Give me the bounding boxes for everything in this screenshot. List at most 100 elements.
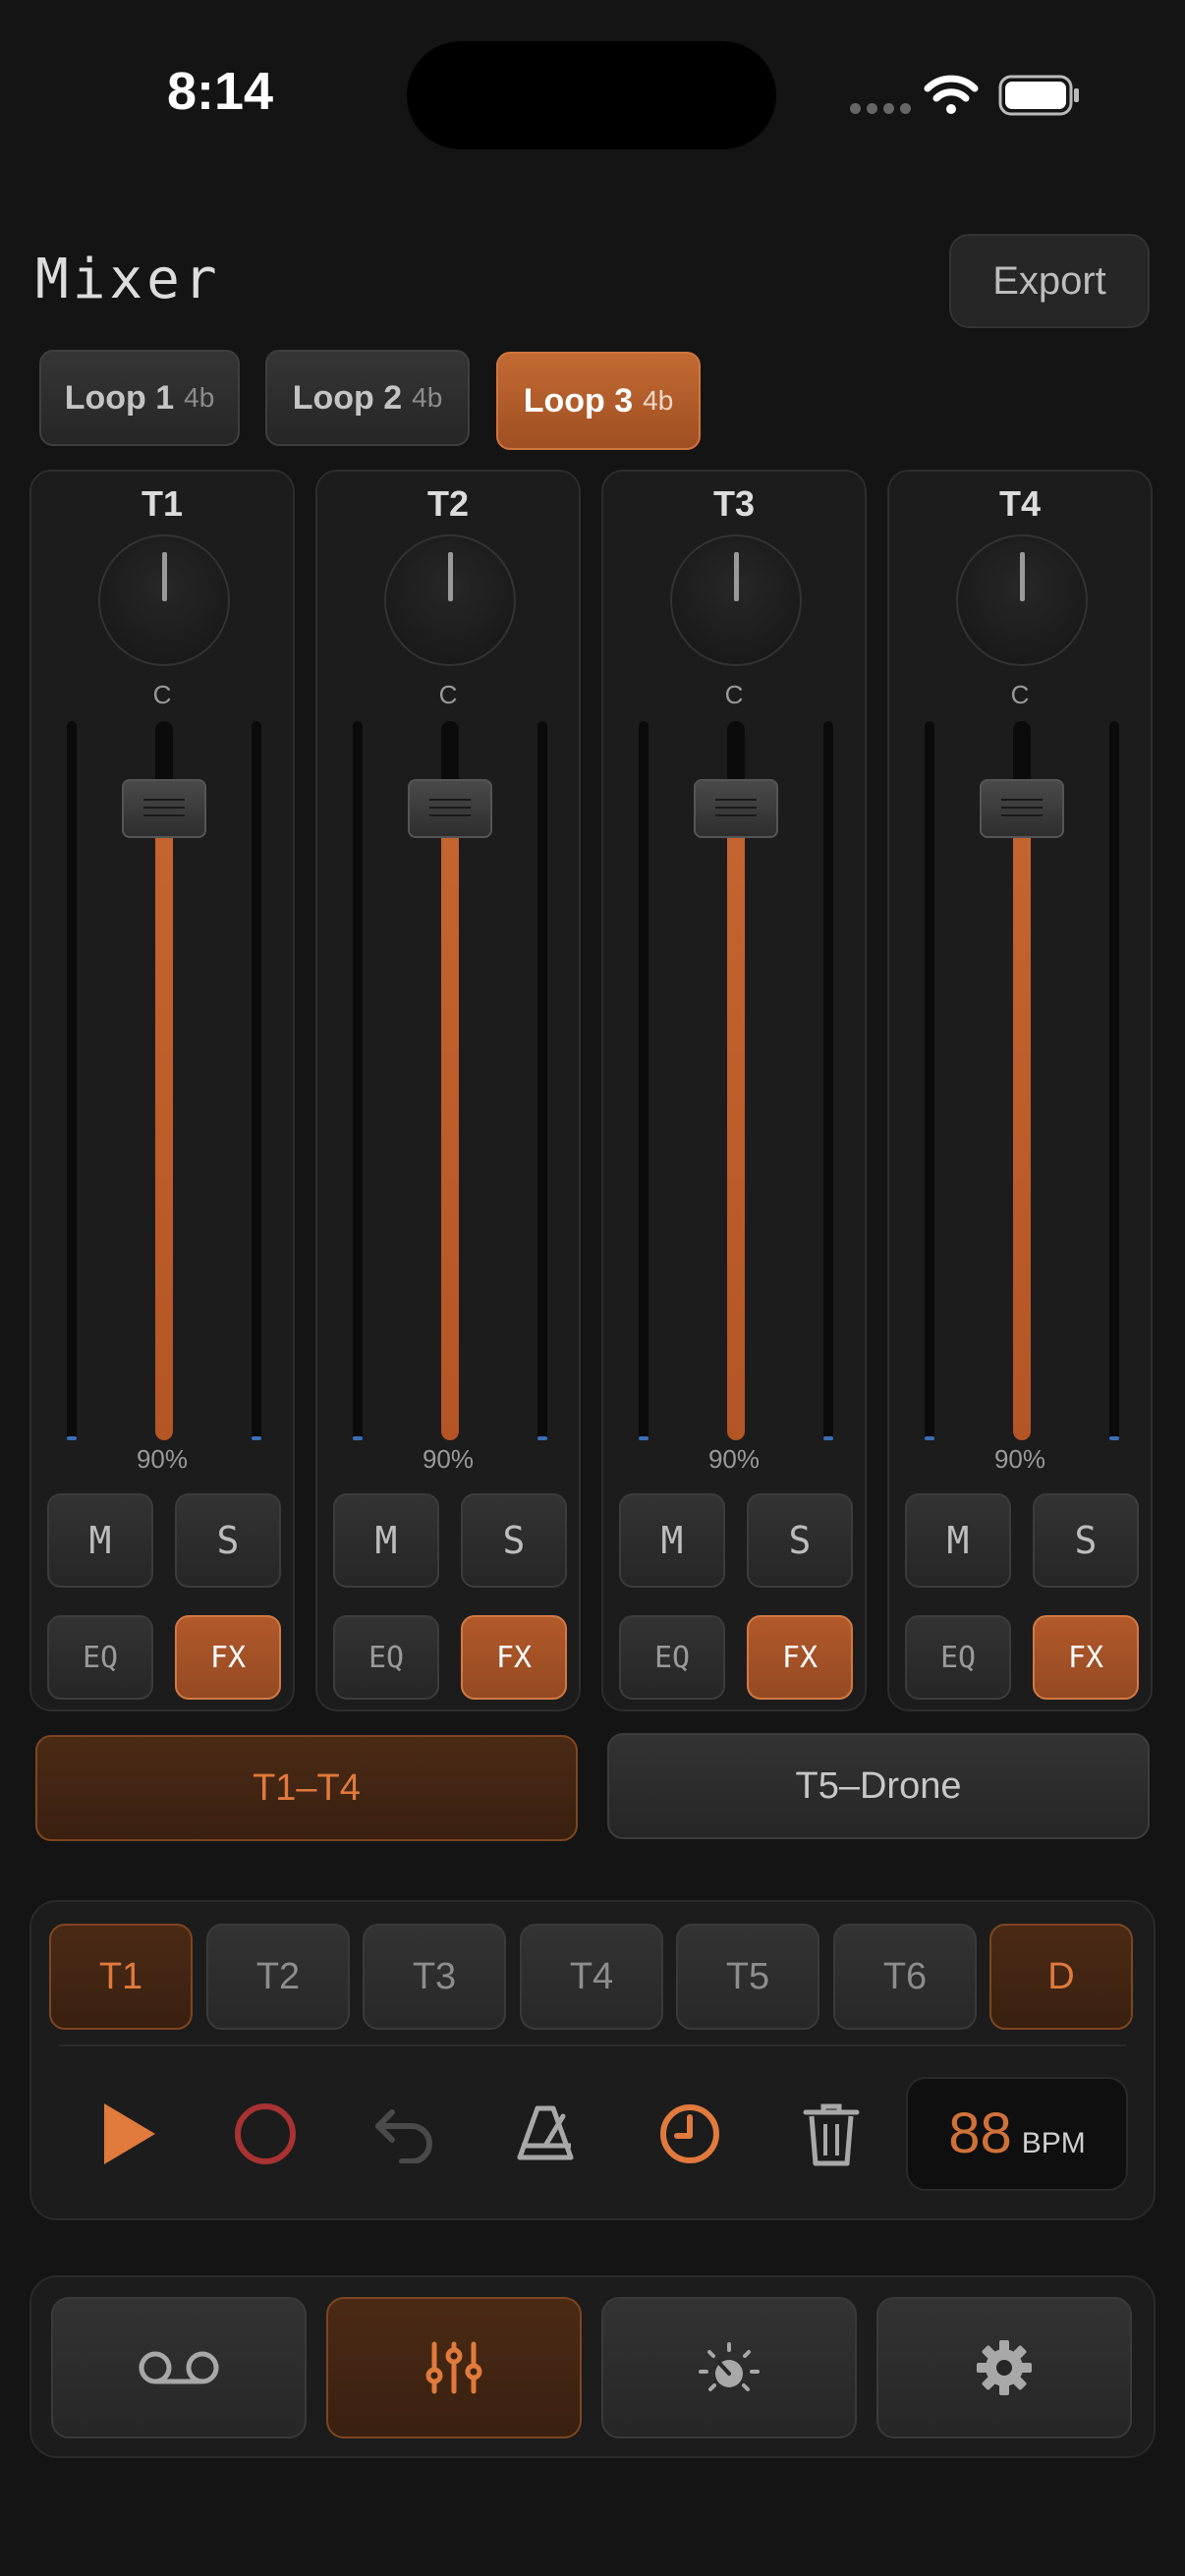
volume-fader-handle[interactable] [408, 779, 492, 839]
cellular-signal-icon [850, 103, 911, 114]
track-select-t4[interactable]: T4 [520, 1924, 663, 2030]
bpm-display[interactable]: 88 BPM [906, 2077, 1128, 2191]
level-meter-right [252, 721, 261, 1440]
metronome-button[interactable] [499, 2087, 593, 2181]
group-t1-t4-button[interactable]: T1–T4 [35, 1735, 578, 1841]
track-select-t6[interactable]: T6 [833, 1924, 977, 2030]
volume-fader-fill [727, 793, 745, 1440]
pan-value: C [438, 680, 458, 709]
undo-icon [375, 2109, 432, 2163]
divider [59, 2044, 1126, 2046]
level-meter-left [639, 721, 649, 1440]
tuner-gauge-icon [699, 2342, 760, 2391]
wifi-icon [924, 75, 979, 114]
pan-knob[interactable] [384, 534, 516, 666]
trash-icon [803, 2103, 860, 2166]
loop-tab-beats: 4b [412, 382, 443, 413]
tape-icon [139, 2351, 219, 2384]
channel-strip-t3: T3 C 90% M S EQ FX [601, 470, 867, 1711]
volume-fader-fill [155, 793, 173, 1440]
nav-recorder-tab[interactable] [51, 2297, 307, 2438]
channel-name: T4 [998, 483, 1041, 524]
volume-fader-fill [1013, 793, 1031, 1440]
track-select-t1[interactable]: T1 [49, 1924, 193, 2030]
play-button[interactable] [81, 2087, 175, 2181]
pan-value: C [152, 680, 172, 709]
volume-fader-fill [441, 793, 459, 1440]
track-select-t2[interactable]: T2 [206, 1924, 350, 2030]
pan-knob[interactable] [670, 534, 802, 666]
status-time: 8:14 [167, 62, 274, 121]
mute-button[interactable]: M [905, 1493, 1011, 1588]
volume-fader-handle[interactable] [980, 779, 1064, 839]
play-icon [104, 2103, 155, 2164]
export-button[interactable]: Export [949, 234, 1150, 328]
solo-button[interactable]: S [461, 1493, 567, 1588]
gear-icon [977, 2340, 1032, 2395]
channel-strip-t4: T4 C 90% M S EQ FX [887, 470, 1153, 1711]
delete-button[interactable] [784, 2087, 878, 2181]
battery-icon [998, 75, 1079, 116]
nav-mixer-tab[interactable] [326, 2297, 582, 2438]
pan-value: C [724, 680, 744, 709]
clock-icon [660, 2104, 719, 2163]
metronome-icon [517, 2105, 574, 2160]
eq-button[interactable]: EQ [905, 1615, 1011, 1700]
fx-button[interactable]: FX [175, 1615, 281, 1700]
bpm-value: 88 [948, 2101, 1012, 2165]
solo-button[interactable]: S [747, 1493, 853, 1588]
record-icon [235, 2103, 296, 2164]
loop-tab-beats: 4b [184, 382, 215, 413]
level-meter-left [925, 721, 934, 1440]
level-meter-left [353, 721, 363, 1440]
channel-name: T1 [141, 483, 183, 524]
eq-button[interactable]: EQ [619, 1615, 725, 1700]
track-select-t5[interactable]: T5 [676, 1924, 819, 2030]
loop-tab-label: Loop 3 [523, 381, 634, 420]
level-meter-right [537, 721, 547, 1440]
nav-tuner-tab[interactable] [601, 2297, 857, 2438]
loop-tab-label: Loop 2 [292, 378, 403, 417]
undo-button[interactable] [358, 2087, 452, 2181]
pan-knob[interactable] [98, 534, 230, 666]
volume-fader-handle[interactable] [694, 779, 778, 839]
group-t5-drone-button[interactable]: T5–Drone [607, 1733, 1150, 1839]
eq-button[interactable]: EQ [47, 1615, 153, 1700]
loop-tab-beats: 4b [643, 385, 674, 416]
level-meter-right [823, 721, 833, 1440]
volume-value: 90% [422, 1444, 475, 1474]
record-button[interactable] [218, 2087, 312, 2181]
loop-tab-2[interactable]: Loop 2 4b [265, 350, 470, 446]
volume-value: 90% [136, 1444, 189, 1474]
pan-knob[interactable] [956, 534, 1088, 666]
fx-button[interactable]: FX [461, 1615, 567, 1700]
track-select-t3[interactable]: T3 [363, 1924, 506, 2030]
channel-name: T2 [426, 483, 469, 524]
channel-strip-t2: T2 C 90% M S EQ FX [315, 470, 581, 1711]
mixer-sliders-icon [425, 2341, 482, 2394]
volume-fader-handle[interactable] [122, 779, 206, 839]
track-select-drone[interactable]: D [989, 1924, 1133, 2030]
volume-value: 90% [993, 1444, 1046, 1474]
eq-button[interactable]: EQ [333, 1615, 439, 1700]
nav-settings-tab[interactable] [876, 2297, 1132, 2438]
mute-button[interactable]: M [619, 1493, 725, 1588]
loop-tab-label: Loop 1 [64, 378, 175, 417]
level-meter-left [67, 721, 77, 1440]
fx-button[interactable]: FX [1033, 1615, 1139, 1700]
solo-button[interactable]: S [175, 1493, 281, 1588]
dynamic-island [407, 41, 776, 149]
volume-value: 90% [707, 1444, 761, 1474]
mute-button[interactable]: M [47, 1493, 153, 1588]
mute-button[interactable]: M [333, 1493, 439, 1588]
level-meter-right [1109, 721, 1119, 1440]
loop-tab-1[interactable]: Loop 1 4b [39, 350, 240, 446]
loop-tab-3[interactable]: Loop 3 4b [496, 352, 701, 450]
pan-value: C [1010, 680, 1030, 709]
solo-button[interactable]: S [1033, 1493, 1139, 1588]
channel-name: T3 [712, 483, 755, 524]
clock-button[interactable] [643, 2087, 737, 2181]
fx-button[interactable]: FX [747, 1615, 853, 1700]
bpm-unit: BPM [1021, 2127, 1086, 2159]
channel-strip-t1: T1 C 90% M S EQ FX [29, 470, 295, 1711]
